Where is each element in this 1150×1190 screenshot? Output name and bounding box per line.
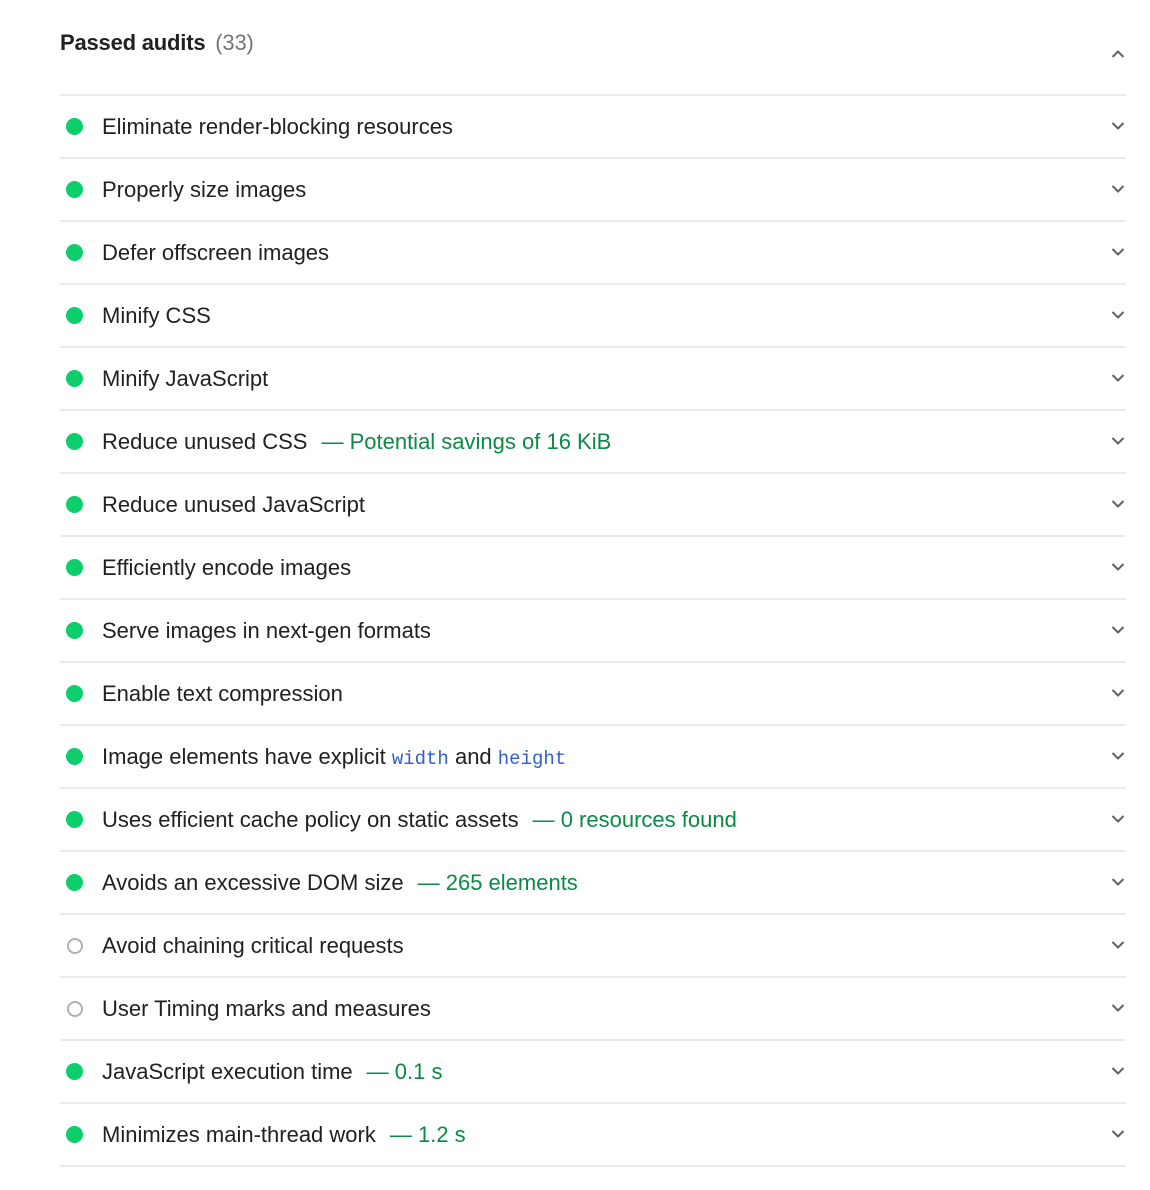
audit-row[interactable]: Serve images in next-gen formats [60, 600, 1126, 663]
section-title: Passed audits (33) [60, 30, 254, 56]
audit-row[interactable]: JavaScript execution time — 0.1 s [60, 1041, 1126, 1104]
pass-status-icon [66, 748, 83, 765]
audit-row[interactable]: Properly size images [60, 159, 1126, 222]
chevron-down-icon[interactable] [1110, 559, 1126, 575]
audit-title: Eliminate render-blocking resources [102, 113, 453, 139]
audit-list: Eliminate render-blocking resources Prop… [60, 94, 1126, 1167]
audit-row[interactable]: Reduce unused CSS — Potential savings of … [60, 411, 1126, 474]
audit-title-text: and [448, 743, 498, 769]
audit-row[interactable]: User Timing marks and measures [60, 978, 1126, 1041]
pass-status-icon [66, 181, 83, 198]
pass-status-icon [66, 1063, 83, 1080]
pass-status-icon [66, 685, 83, 702]
pass-status-icon [66, 307, 83, 324]
code-width: width [391, 747, 449, 770]
audit-title: Serve images in next-gen formats [102, 617, 431, 643]
pass-status-icon [66, 559, 83, 576]
pass-status-icon [66, 496, 83, 513]
chevron-up-icon[interactable] [1110, 46, 1126, 62]
audit-title: Reduce unused JavaScript [102, 491, 365, 517]
informative-status-icon [67, 937, 83, 954]
chevron-down-icon[interactable] [1110, 244, 1126, 260]
chevron-down-icon[interactable] [1110, 1063, 1126, 1079]
chevron-down-icon[interactable] [1110, 622, 1126, 638]
audit-row[interactable]: Eliminate render-blocking resources [60, 96, 1126, 159]
audit-title: Avoid chaining critical requests [102, 932, 404, 958]
audit-row[interactable]: Minify JavaScript [60, 348, 1126, 411]
audit-row[interactable]: Avoids an excessive DOM size — 265 elemen… [60, 852, 1126, 915]
audit-title: Image elements have explicit width and h… [102, 744, 566, 770]
audit-title: Efficiently encode images [102, 554, 352, 580]
audit-title: Properly size images [102, 176, 307, 202]
chevron-down-icon[interactable] [1110, 748, 1126, 764]
chevron-down-icon[interactable] [1110, 1000, 1126, 1016]
audit-title: Uses efficient cache policy on static as… [102, 806, 519, 832]
chevron-down-icon[interactable] [1110, 496, 1126, 512]
audit-title: Minify JavaScript [102, 365, 269, 391]
pass-status-icon [66, 811, 83, 828]
audit-row[interactable]: Enable text compression [60, 663, 1126, 726]
audit-row[interactable]: Reduce unused JavaScript [60, 474, 1126, 537]
chevron-down-icon[interactable] [1110, 307, 1126, 323]
passed-audits-section: Passed audits (33) Eliminate render-bloc… [60, 0, 1126, 1167]
chevron-down-icon[interactable] [1110, 433, 1126, 449]
audit-row[interactable]: Minimizes main-thread work — 1.2 s [60, 1104, 1126, 1167]
audit-row[interactable]: Avoid chaining critical requests [60, 915, 1126, 978]
audit-display-value: — 0.1 s [366, 1058, 443, 1084]
chevron-down-icon[interactable] [1110, 685, 1126, 701]
pass-status-icon [66, 874, 83, 891]
audit-display-value: — 265 elements [417, 869, 578, 895]
audit-title: User Timing marks and measures [102, 995, 431, 1021]
chevron-down-icon[interactable] [1110, 811, 1126, 827]
audit-display-value: — 0 resources found [532, 806, 737, 832]
audit-row[interactable]: Uses efficient cache policy on static as… [60, 789, 1126, 852]
pass-status-icon [66, 118, 83, 135]
pass-status-icon [66, 433, 83, 450]
informative-status-icon [67, 1000, 83, 1017]
audit-row[interactable]: Minify CSS [60, 285, 1126, 348]
chevron-down-icon[interactable] [1110, 1126, 1126, 1142]
pass-status-icon [66, 244, 83, 261]
audit-row[interactable]: Defer offscreen images [60, 222, 1126, 285]
pass-status-icon [66, 370, 83, 387]
chevron-down-icon[interactable] [1110, 937, 1126, 953]
audit-title: Avoids an excessive DOM size [102, 869, 404, 895]
section-count: (33) [215, 30, 254, 55]
audit-title: Enable text compression [102, 680, 343, 706]
audit-title-text: Image elements have explicit [102, 743, 392, 769]
audit-display-value: — 1.2 s [389, 1121, 466, 1147]
audit-row[interactable]: Efficiently encode images [60, 537, 1126, 600]
code-height: height [497, 747, 567, 770]
audit-row[interactable]: Image elements have explicit width and h… [60, 726, 1126, 789]
audit-title: Minimizes main-thread work [102, 1121, 376, 1147]
section-title-label: Passed audits [60, 30, 206, 55]
pass-status-icon [66, 1126, 83, 1143]
audit-title: Defer offscreen images [102, 239, 330, 265]
chevron-down-icon[interactable] [1110, 181, 1126, 197]
audit-display-value: — Potential savings of 16 KiB [321, 428, 612, 454]
audit-title: Reduce unused CSS [102, 428, 308, 454]
chevron-down-icon[interactable] [1110, 118, 1126, 134]
audit-title: JavaScript execution time [102, 1058, 353, 1084]
chevron-down-icon[interactable] [1110, 370, 1126, 386]
audit-title: Minify CSS [102, 302, 211, 328]
pass-status-icon [66, 622, 83, 639]
passed-audits-header[interactable]: Passed audits (33) [60, 0, 1126, 94]
chevron-down-icon[interactable] [1110, 874, 1126, 890]
